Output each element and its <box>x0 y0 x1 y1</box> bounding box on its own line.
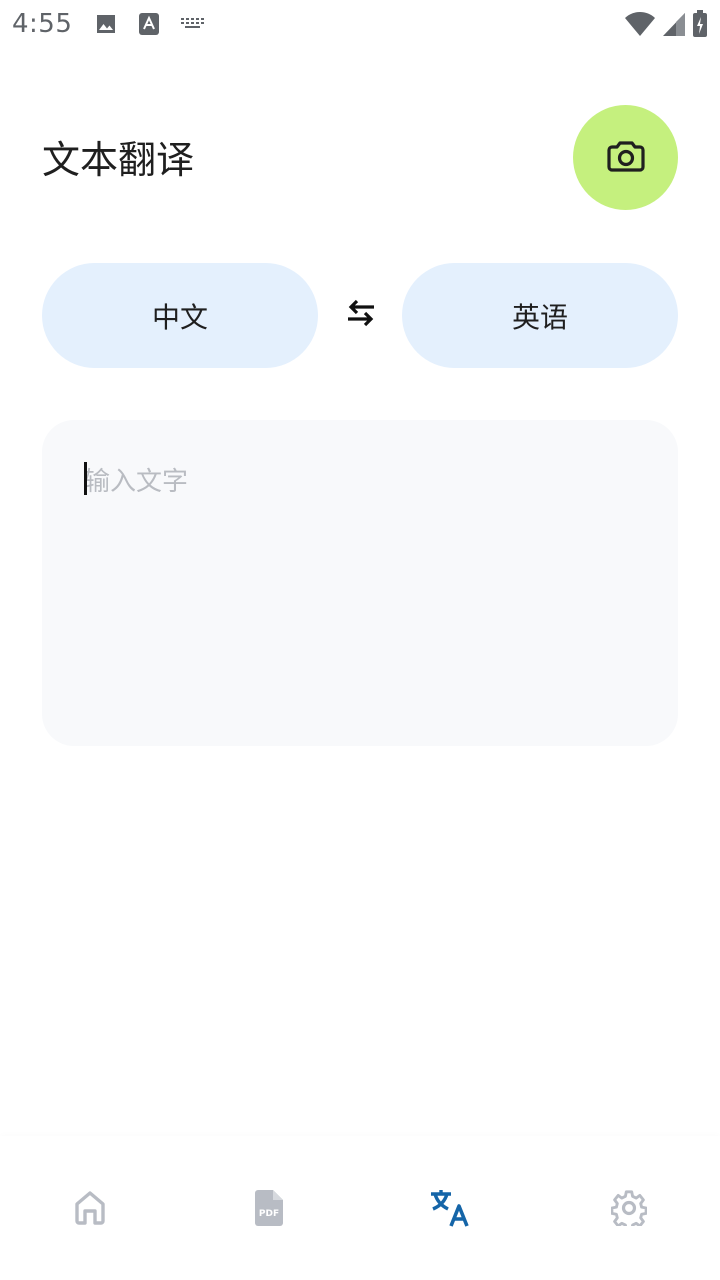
font-icon <box>138 12 160 36</box>
wifi-icon <box>624 11 656 37</box>
screen: 4:55 文本翻译 中文 英语 输入文字 PDF <box>0 0 720 1280</box>
source-language-label: 中文 <box>151 300 208 334</box>
battery-charging-icon <box>692 10 708 38</box>
status-notification-icons <box>94 12 206 36</box>
gear-icon <box>610 1190 648 1232</box>
input-card <box>42 420 678 746</box>
source-language-button[interactable]: 中文 <box>42 263 318 368</box>
status-system-icons <box>624 10 708 38</box>
svg-text:PDF: PDF <box>259 1209 279 1219</box>
nav-settings[interactable] <box>607 1188 651 1232</box>
home-icon <box>73 1190 107 1230</box>
bottom-nav: PDF <box>0 1136 720 1280</box>
swap-arrows-icon <box>346 299 376 331</box>
image-icon <box>94 12 118 36</box>
target-language-button[interactable]: 英语 <box>402 263 678 368</box>
translate-icon <box>429 1188 471 1232</box>
pdf-icon: PDF <box>251 1189 287 1231</box>
swap-languages-button[interactable] <box>340 294 382 336</box>
status-bar: 4:55 <box>0 0 720 48</box>
keyboard-icon <box>180 14 206 34</box>
camera-icon <box>606 139 645 177</box>
target-language-label: 英语 <box>511 300 568 334</box>
text-input[interactable] <box>84 460 644 710</box>
signal-icon <box>662 11 686 37</box>
nav-pdf[interactable]: PDF <box>247 1188 291 1232</box>
camera-button[interactable] <box>573 105 678 210</box>
page-title: 文本翻译 <box>42 138 195 182</box>
text-caret <box>84 462 87 495</box>
nav-home[interactable] <box>68 1188 112 1232</box>
nav-translate[interactable] <box>428 1188 472 1232</box>
status-time: 4:55 <box>12 9 73 39</box>
